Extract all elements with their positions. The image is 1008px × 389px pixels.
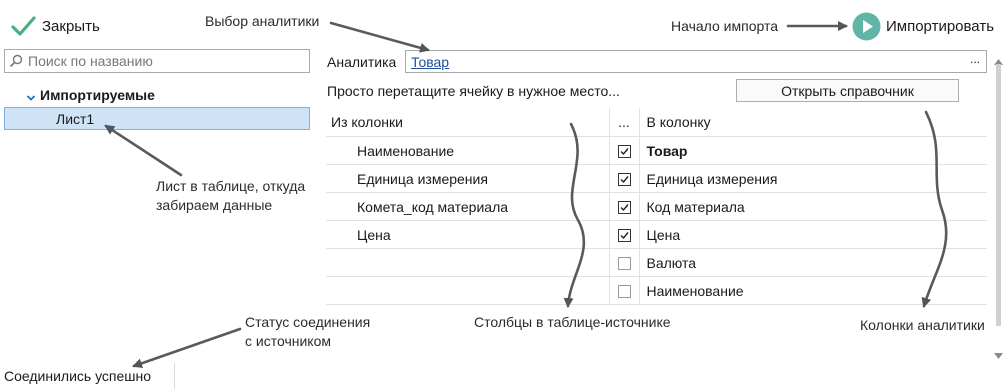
column-header-to[interactable]: В колонку (639, 108, 987, 137)
tree-item-label: Лист1 (56, 110, 95, 127)
annotation-analytics-choice: Выбор аналитики (205, 13, 320, 29)
checkmark-icon (10, 14, 36, 38)
arrow-sheet (104, 124, 183, 177)
analytics-value-link[interactable]: Товар (411, 54, 449, 70)
scrollbar-thumb[interactable] (996, 64, 1001, 326)
source-column-cell[interactable]: Комета_код материала (326, 192, 609, 221)
column-header-check[interactable]: ... (608, 108, 640, 137)
table-row[interactable]: Комета_код материала Код материала (326, 192, 987, 221)
analytics-field[interactable]: Товар ... (405, 50, 987, 73)
arrow-analytics-choice (329, 21, 430, 53)
tree-group-label: Импортируемые (40, 87, 155, 103)
table-row[interactable]: Единица измерения Единица измерения (326, 164, 987, 193)
column-header-from[interactable]: Из колонки (326, 108, 609, 137)
scroll-down-arrow-icon[interactable] (994, 346, 1003, 362)
source-column-cell[interactable] (326, 248, 609, 277)
mapping-checkbox-cell[interactable] (608, 276, 640, 305)
source-column-cell[interactable]: Единица измерения (326, 164, 609, 193)
table-row[interactable]: Наименование (326, 276, 987, 305)
import-label: Импортировать (886, 17, 995, 35)
close-button[interactable]: Закрыть (10, 13, 100, 39)
table-row[interactable]: Наименование Товар (326, 136, 987, 165)
import-button[interactable]: Импортировать (852, 11, 994, 41)
annotation-analytics-columns: Колонки аналитики (860, 317, 985, 333)
play-icon (852, 12, 881, 41)
search-icon (8, 53, 24, 69)
mapping-checkbox-cell[interactable] (608, 136, 640, 165)
close-label: Закрыть (42, 17, 100, 35)
target-column-cell[interactable]: Код материала (639, 192, 987, 221)
table-row[interactable]: Валюта (326, 248, 987, 277)
search-box[interactable] (4, 49, 310, 73)
annotation-source-columns: Столбцы в таблице-источнике (474, 314, 671, 330)
search-input[interactable] (24, 51, 308, 71)
source-column-cell[interactable]: Цена (326, 220, 609, 249)
annotation-sheet-line1: Лист в таблице, откуда (156, 178, 306, 194)
table-row[interactable]: Цена Цена (326, 220, 987, 249)
checkbox-checked[interactable] (617, 145, 631, 159)
analytics-label: Аналитика (327, 54, 397, 70)
mapping-table: Из колонки ... В колонку Наименование То… (326, 108, 987, 305)
open-directory-button[interactable]: Открыть справочник (736, 79, 959, 102)
target-column-cell[interactable]: Цена (639, 220, 987, 249)
drag-hint-text: Просто перетащите ячейку в нужное место.… (327, 83, 620, 99)
mapping-checkbox-cell[interactable] (608, 220, 640, 249)
source-column-cell[interactable]: Наименование (326, 136, 609, 165)
tree-item-sheet1[interactable]: Лист1 (4, 107, 310, 130)
checkbox-checked[interactable] (617, 201, 631, 215)
checkbox-checked[interactable] (617, 229, 631, 243)
annotation-status-line1: Статус соединения (245, 314, 371, 330)
checkbox-unchecked[interactable] (617, 257, 631, 271)
annotation-sheet-line2: забираем данные (156, 197, 273, 213)
mapping-checkbox-cell[interactable] (608, 192, 640, 221)
mapping-checkbox-cell[interactable] (608, 164, 640, 193)
source-column-cell[interactable] (326, 276, 609, 305)
annotation-import-start: Начало импорта (671, 18, 779, 34)
target-column-cell[interactable]: Товар (639, 136, 987, 165)
arrow-status (132, 327, 242, 369)
analytics-browse-button[interactable]: ... (970, 52, 980, 66)
mapping-checkbox-cell[interactable] (608, 248, 640, 277)
chevron-down-icon[interactable] (26, 90, 36, 101)
tree-group-imported[interactable]: Импортируемые (26, 84, 155, 106)
vertical-scrollbar[interactable] (989, 48, 1008, 359)
target-column-cell[interactable]: Единица измерения (639, 164, 987, 193)
target-column-cell[interactable]: Валюта (639, 248, 987, 277)
checkbox-unchecked[interactable] (617, 285, 631, 299)
status-bar: Соединились успешно (0, 363, 175, 389)
target-column-cell[interactable]: Наименование (639, 276, 987, 305)
annotation-status-line2: с источником (245, 333, 331, 349)
table-header-row: Из колонки ... В колонку (326, 108, 987, 137)
connection-status-text: Соединились успешно (4, 368, 152, 384)
checkbox-checked[interactable] (617, 173, 631, 187)
